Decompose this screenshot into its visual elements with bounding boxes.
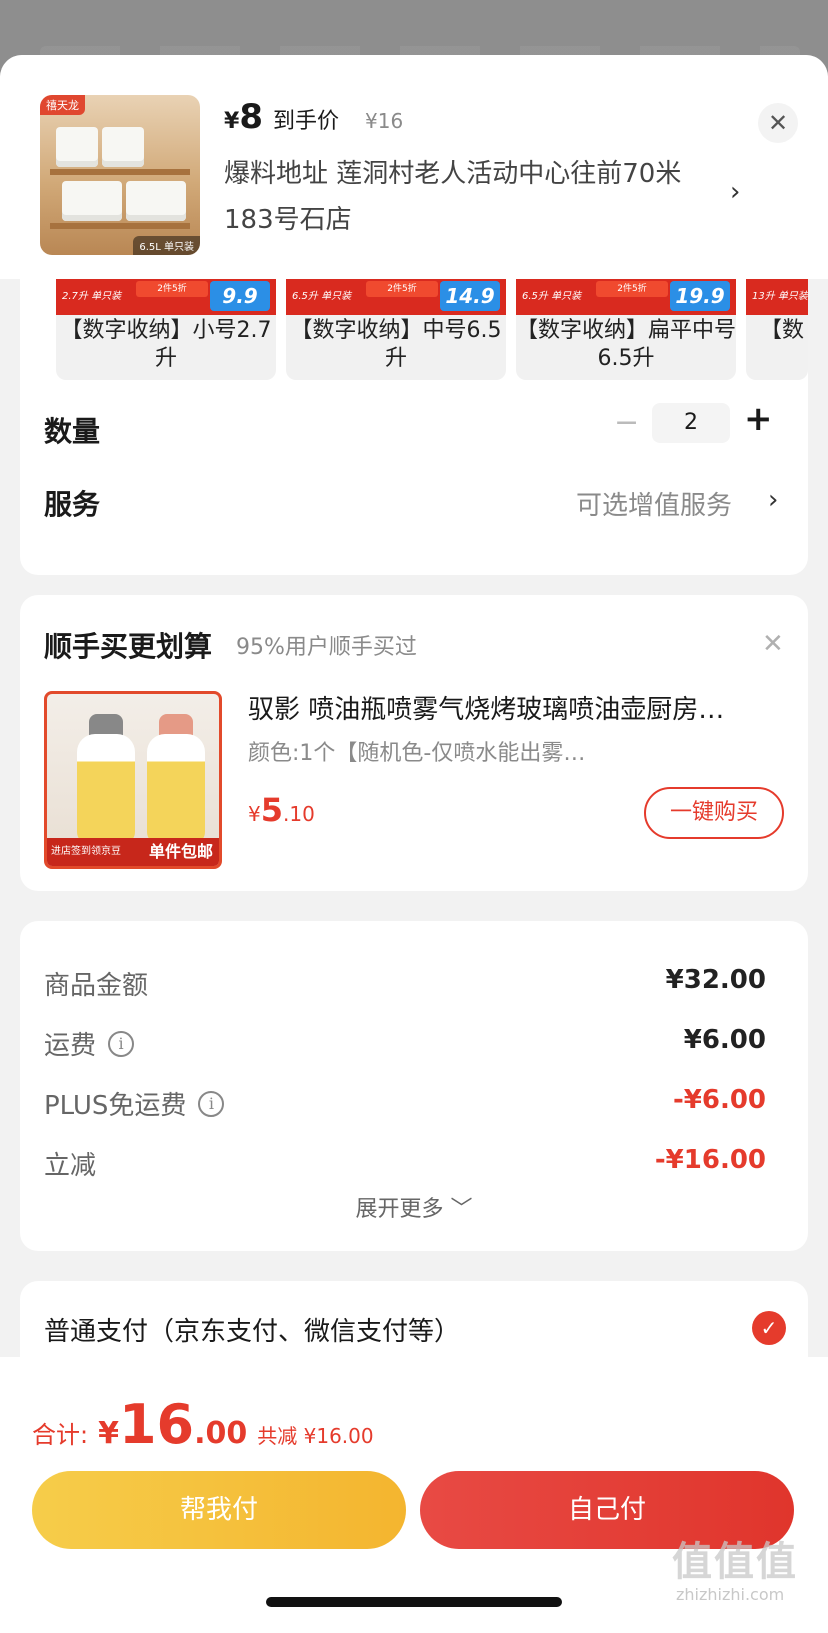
total-saved: 共减 ¥16.00 [257, 1424, 374, 1448]
addon-price: ¥ 5 .10 [248, 791, 315, 829]
final-price-label: 到手价 [272, 109, 339, 134]
image-footer-text: 进店签到领京豆 [51, 846, 121, 857]
addon-card: 顺手买更划算 95%用户顺手买过 ✕ 进店签到领京豆 单件包邮 驭影 喷油瓶喷雾气… [20, 595, 808, 891]
fee-label: 运费 i [44, 1025, 135, 1062]
addon-product-name[interactable]: 驭影 喷油瓶喷雾气烧烤玻璃喷油壶厨房… [248, 689, 768, 726]
fee-label: 商品金额 [44, 965, 148, 1002]
purchase-sheet: 禧天龙 6.5L 单只装 ¥ 8 到手价 ¥16 爆料地址 莲洞村老人活动中心往… [0, 55, 828, 1633]
variant-option[interactable]: 6.5升 单只装 2件5折 19.9 【数字收纳】扁平中号6.5升 [516, 265, 736, 380]
product-thumbnail[interactable]: 禧天龙 6.5L 单只装 [40, 95, 200, 255]
one-click-buy-button[interactable]: 一键购买 [644, 787, 784, 839]
fee-row: 立减 -¥16.00 [44, 1145, 766, 1185]
price-decimal: .10 [283, 802, 315, 826]
variant-price: 19.9 [670, 281, 730, 311]
total-label: 合计: [32, 1421, 89, 1449]
shelf-plank [50, 223, 190, 229]
fee-row: 商品金额 ¥32.00 [44, 965, 766, 1005]
close-icon[interactable]: ✕ [762, 629, 784, 659]
variant-name: 【数字收纳】扁平中号6.5升 [516, 318, 736, 371]
payment-method-label[interactable]: 普通支付（京东支付、微信支付等） [44, 1311, 460, 1348]
thumb-tag: 6.5L 单只装 [133, 236, 200, 255]
addon-subtitle: 95%用户顺手买过 [236, 635, 417, 660]
fee-label-text: PLUS免运费 [44, 1091, 187, 1121]
checkmark-icon[interactable]: ✓ [752, 1311, 786, 1345]
variant-size-tag: 13升 单只装 [752, 291, 808, 302]
variant-price: 9.9 [210, 281, 270, 311]
variant-name: 【数字收纳】小号2.7升 [60, 318, 272, 371]
fee-row: 运费 i ¥6.00 [44, 1025, 766, 1065]
price-currency: ¥ [248, 802, 261, 826]
bottom-bar: 合计: ¥ 16 .00 共减 ¥16.00 帮我付 自己付 值值值 zhizh… [0, 1357, 828, 1633]
chevron-right-icon[interactable]: › [730, 177, 740, 207]
thumb-brand: 禧天龙 [40, 95, 85, 115]
service-value[interactable]: 可选增值服务 [576, 485, 732, 522]
increase-button[interactable]: + [744, 399, 773, 439]
variant-promo-tag: 2件5折 [596, 281, 668, 297]
variant-option[interactable]: 13升 单只装 【数 [746, 265, 808, 380]
shelf-plank [50, 169, 190, 175]
fee-label-text: 商品金额 [44, 971, 149, 1001]
expand-more-button[interactable]: 展开更多 ﹀ [20, 1191, 808, 1223]
bottle [147, 734, 205, 844]
quantity-input[interactable]: 2 [652, 403, 730, 443]
price-integer: 5 [260, 791, 283, 829]
variant-option[interactable]: 6.5升 单只装 2件5折 14.9 【数字收纳】中号6.5升 [286, 265, 506, 380]
storage-box [62, 181, 122, 221]
currency-symbol: ¥ [224, 109, 240, 134]
info-icon[interactable]: i [198, 1090, 225, 1117]
variant-name: 【数字收纳】中号6.5升 [290, 318, 502, 371]
close-button[interactable]: ✕ [758, 103, 798, 143]
addon-product-image[interactable]: 进店签到领京豆 单件包邮 [44, 691, 222, 869]
variant-promo-tag: 2件5折 [136, 281, 208, 297]
fee-label: PLUS免运费 i [44, 1085, 225, 1122]
variant-option[interactable]: 2.7升 单只装 2件5折 9.9 【数字收纳】小号2.7升 [56, 265, 276, 380]
variant-price: 14.9 [440, 281, 500, 311]
storage-box [126, 181, 186, 221]
final-price: 8 [239, 97, 263, 137]
variant-name: 【数 [760, 318, 805, 343]
service-label: 服务 [44, 488, 101, 521]
chevron-right-icon[interactable]: › [768, 485, 778, 515]
variant-promo-tag: 2件5折 [366, 281, 438, 297]
variant-size-tag: 2.7升 单只装 [62, 291, 122, 302]
sheet-header: 禧天龙 6.5L 单只装 ¥ 8 到手价 ¥16 爆料地址 莲洞村老人活动中心往… [0, 55, 828, 279]
addon-product-spec: 颜色:1个【随机色-仅喷水能出雾… [248, 741, 586, 766]
info-icon[interactable]: i [108, 1030, 135, 1057]
original-price: ¥16 [365, 109, 404, 133]
price-row: ¥ 8 到手价 ¥16 [224, 97, 403, 141]
variant-size-tag: 6.5升 单只装 [522, 291, 582, 302]
fee-value: -¥6.00 [672, 1085, 766, 1115]
bottle [77, 734, 135, 844]
total-decimal: .00 [194, 1416, 248, 1451]
fee-value: -¥16.00 [654, 1145, 766, 1175]
watermark-logo: 值值值 [672, 1539, 798, 1585]
image-badge: 单件包邮 [148, 842, 213, 861]
address-text[interactable]: 爆料地址 莲洞村老人活动中心往前70米183号石店 [224, 151, 704, 243]
total-currency: ¥ [98, 1416, 119, 1451]
fee-value: ¥6.00 [683, 1025, 766, 1055]
quantity-label: 数量 [44, 415, 101, 448]
fee-value: ¥32.00 [665, 965, 766, 995]
storage-box [56, 127, 98, 167]
fee-row: PLUS免运费 i -¥6.00 [44, 1085, 766, 1125]
total-integer: 16 [118, 1393, 195, 1456]
decrease-button[interactable]: − [614, 405, 639, 440]
fee-card: 商品金额 ¥32.00 运费 i ¥6.00 PLUS免运费 i -¥6.00 立减… [20, 921, 808, 1251]
total-price: 合计: ¥ 16 .00 共减 ¥16.00 [32, 1393, 374, 1456]
fee-label-text: 运费 [44, 1031, 97, 1061]
addon-title: 顺手买更划算 [44, 630, 213, 663]
fee-label: 立减 [44, 1145, 96, 1182]
fee-label-text: 立减 [44, 1151, 97, 1181]
variant-size-tag: 6.5升 单只装 [292, 291, 352, 302]
image-footer: 进店签到领京豆 单件包邮 [47, 838, 219, 866]
home-indicator[interactable] [266, 1597, 562, 1607]
storage-box [102, 127, 144, 167]
close-icon: ✕ [767, 109, 789, 137]
help-me-pay-button[interactable]: 帮我付 [32, 1471, 406, 1549]
options-card: 2.7升 单只装 2件5折 9.9 【数字收纳】小号2.7升 6.5升 单只装 … [20, 235, 808, 575]
watermark-url: zhizhizhi.com [676, 1585, 785, 1604]
